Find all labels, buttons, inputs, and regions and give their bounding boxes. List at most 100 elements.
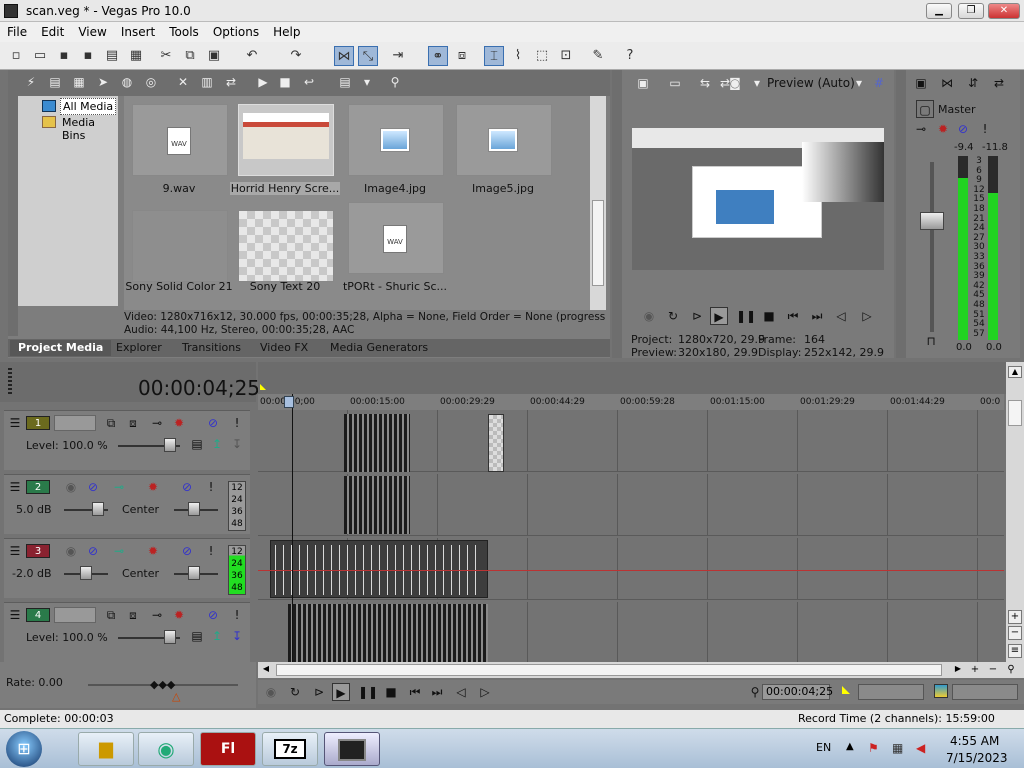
move-up-icon[interactable]: ↥ <box>208 435 226 453</box>
playhead-handle[interactable] <box>284 396 294 408</box>
tab-explorer[interactable]: Explorer <box>108 340 170 356</box>
end-timecode-field[interactable]: 00:00:04;25 <box>762 684 833 700</box>
stop-icon[interactable]: ■ <box>760 307 778 325</box>
snap-icon[interactable]: ⋈ <box>334 46 354 66</box>
menu-edit[interactable]: Edit <box>34 22 71 39</box>
media-item-image4[interactable] <box>348 104 444 176</box>
external-monitor-icon[interactable]: ▭ <box>666 74 684 92</box>
preview-properties-icon[interactable]: ▣ <box>634 74 652 92</box>
move-up-icon[interactable]: ↥ <box>208 627 226 645</box>
timeline-ruler[interactable]: 00:00:00;00 00:00:15:00 00:00:29:29 00:0… <box>258 394 1004 410</box>
playhead-cursor[interactable] <box>292 394 293 662</box>
selection-length-field[interactable] <box>952 684 1018 700</box>
track-name-field[interactable] <box>54 607 96 623</box>
loop-icon[interactable]: ↻ <box>664 307 682 325</box>
previous-frame-icon[interactable]: ◁ <box>832 307 850 325</box>
track-insert-icon[interactable]: ⊸ <box>110 478 128 496</box>
taskbar-chrome[interactable]: ◉ <box>138 732 194 766</box>
master-bypass-icon[interactable]: ⊘ <box>954 120 972 138</box>
stop-icon[interactable]: ■ <box>276 73 294 91</box>
video-clip-1[interactable] <box>344 414 410 472</box>
language-indicator[interactable]: EN <box>816 741 831 754</box>
envelope-tool-icon[interactable]: ⌇ <box>508 46 528 66</box>
menu-tools[interactable]: Tools <box>162 22 206 39</box>
search-media-icon[interactable]: ◎ <box>142 73 160 91</box>
mute-icon[interactable]: ⊘ <box>178 542 196 560</box>
mute-icon[interactable]: ⊘ <box>204 606 222 624</box>
media-item-image5[interactable] <box>456 104 552 176</box>
master-lock-icon[interactable]: ⊓ <box>922 332 940 350</box>
zoom-in-horizontal-icon[interactable]: + <box>968 664 982 676</box>
vertical-scroll-thumb[interactable] <box>1008 400 1022 426</box>
track-minimize-icon[interactable]: ☰ <box>6 606 24 624</box>
clock-time[interactable]: 4:55 AM <box>950 734 999 748</box>
preview-quality[interactable]: Preview (Auto) <box>767 76 855 90</box>
cut-icon[interactable]: ✂ <box>156 46 176 66</box>
tree-item-media-bins[interactable]: Media Bins <box>62 116 118 142</box>
level-slider[interactable] <box>164 630 176 644</box>
undo-icon[interactable]: ↶ <box>242 46 262 66</box>
selection-start-field[interactable] <box>858 684 924 700</box>
master-insert-icon[interactable]: ⊸ <box>912 120 930 138</box>
video-clip-4[interactable] <box>288 604 488 662</box>
play-button[interactable]: ▶ <box>710 307 728 325</box>
play-from-start-icon[interactable]: ⊳ <box>688 307 706 325</box>
fx-icon[interactable]: ⇆ <box>696 74 714 92</box>
quality-dropdown-icon[interactable]: ▾ <box>850 74 868 92</box>
track-lane-3[interactable] <box>258 538 1004 600</box>
media-item-sony-text[interactable] <box>238 210 334 282</box>
taskbar-flash[interactable]: Fl <box>200 732 256 766</box>
media-item-tport[interactable]: WAV <box>348 202 444 274</box>
overlays-icon[interactable]: ◙ <box>726 74 744 92</box>
pan-slider[interactable] <box>188 502 200 516</box>
scroll-left-icon[interactable]: ◀ <box>260 664 272 676</box>
start-button[interactable]: ⊞ <box>6 731 42 767</box>
track-minimize-icon[interactable]: ☰ <box>6 414 24 432</box>
solo-icon[interactable]: ! <box>228 606 246 624</box>
tab-transitions[interactable]: Transitions <box>174 340 249 356</box>
open-icon[interactable]: ▭ <box>30 46 50 66</box>
expand-keyframes-icon[interactable]: ▤ <box>188 435 206 453</box>
zoom-out-horizontal-icon[interactable]: − <box>986 664 1000 676</box>
mute-icon[interactable]: ⊘ <box>178 478 196 496</box>
mute-icon[interactable]: ⊘ <box>204 414 222 432</box>
menu-options[interactable]: Options <box>206 22 266 39</box>
properties-icon[interactable]: ▦ <box>126 46 146 66</box>
volume-slider[interactable] <box>80 566 92 580</box>
timeline-gripper[interactable] <box>8 368 12 396</box>
timeline-horizontal-scrollbar[interactable]: ◀ ▶ + − ⚲ <box>258 662 1024 678</box>
play-icon[interactable]: ▶ <box>254 73 272 91</box>
menu-file[interactable]: File <box>0 22 34 39</box>
remove-icon[interactable]: ✕ <box>174 73 192 91</box>
record-icon[interactable]: ◉ <box>640 307 658 325</box>
text-clip[interactable] <box>488 414 504 472</box>
track-lane-4[interactable] <box>258 602 1004 664</box>
master-gripper[interactable] <box>896 70 906 358</box>
master-solo-icon[interactable]: ! <box>976 120 994 138</box>
import-media-icon[interactable]: ⚡ <box>22 73 40 91</box>
scroll-right-icon[interactable]: ▶ <box>952 664 964 676</box>
menu-view[interactable]: View <box>71 22 113 39</box>
zoom-in-vertical-icon[interactable]: + <box>1008 610 1022 624</box>
master-fx-icon[interactable]: ⇄ <box>990 74 1008 92</box>
track-fx-icon[interactable]: ✹ <box>144 542 162 560</box>
track-fx-icon[interactable]: ✹ <box>144 478 162 496</box>
web-icon[interactable]: ➤ <box>94 73 112 91</box>
go-to-end-icon[interactable]: ⏭ <box>808 307 826 325</box>
master-effects-icon[interactable]: ✹ <box>934 120 952 138</box>
invert-phase-icon[interactable]: ⊘ <box>84 478 102 496</box>
selection-tool-icon[interactable]: ⬚ <box>532 46 552 66</box>
go-to-start-icon[interactable]: ⏮ <box>406 683 424 701</box>
close-button[interactable]: ✕ <box>988 3 1020 19</box>
save-icon[interactable]: ▪ <box>54 46 74 66</box>
go-to-start-icon[interactable]: ⏮ <box>784 307 802 325</box>
track-motion-icon[interactable]: ⊸ <box>148 606 166 624</box>
downmix-icon[interactable]: ⋈ <box>938 74 956 92</box>
move-down-icon[interactable]: ↧ <box>228 435 246 453</box>
taskbar-explorer[interactable]: ▆ <box>78 732 134 766</box>
scroll-up-icon[interactable]: ▲ <box>1008 366 1022 378</box>
taskbar-7zip[interactable]: 7z <box>262 732 318 766</box>
master-fader[interactable] <box>920 212 944 230</box>
pause-icon[interactable]: ❚❚ <box>358 683 378 701</box>
solo-icon[interactable]: ! <box>228 414 246 432</box>
